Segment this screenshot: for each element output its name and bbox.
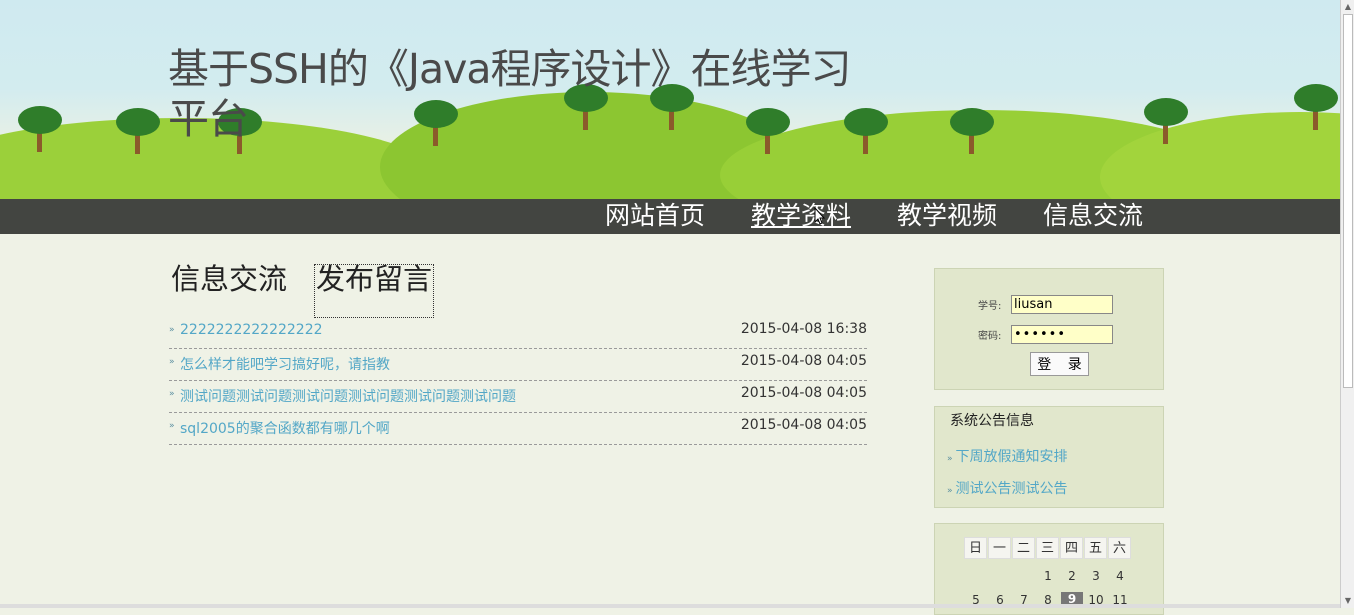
message-date: 2015-04-08 04:05 <box>740 385 867 401</box>
bullet-icon: » <box>947 486 953 496</box>
nav-teaching-materials[interactable]: 教学资料 <box>751 201 851 231</box>
notice-heading: 系统公告信息 <box>950 413 1034 429</box>
calendar-day[interactable]: 3 <box>1085 569 1107 583</box>
calendar-weekday: 二 <box>1012 537 1035 559</box>
tab-post-message[interactable]: 发布留言 <box>316 262 432 296</box>
tree-icon <box>116 108 160 154</box>
bullet-icon: » <box>169 325 175 335</box>
notice-link[interactable]: » 下周放假通知安排 <box>947 446 1068 466</box>
student-id-field[interactable] <box>1011 295 1113 314</box>
notice-link-label: 测试公告测试公告 <box>955 481 1068 497</box>
nav-teaching-videos[interactable]: 教学视频 <box>897 201 997 231</box>
main-nav: 网站首页 教学资料 教学视频 信息交流 <box>0 199 1340 234</box>
message-title-link[interactable]: 怎么样才能吧学习搞好呢，请指教 <box>180 354 390 374</box>
message-row: » sql2005的聚合函数都有哪几个啊 2015-04-08 04:05 <box>169 413 867 445</box>
tree-icon <box>1294 84 1338 130</box>
calendar-weekday: 四 <box>1060 537 1083 559</box>
notice-link-label: 下周放假通知安排 <box>955 449 1068 465</box>
message-title-link[interactable]: 测试问题测试问题测试问题测试问题测试问题测试问题 <box>180 386 516 406</box>
site-title: 基于SSH的《Java程序设计》在线学习平台 <box>168 45 851 143</box>
calendar-weekday: 一 <box>988 537 1011 559</box>
message-date: 2015-04-08 04:05 <box>740 417 867 433</box>
mouse-cursor-icon <box>814 207 826 225</box>
bullet-icon: » <box>169 357 175 367</box>
horizontal-scrollbar[interactable] <box>0 604 1340 608</box>
calendar-day[interactable]: 4 <box>1109 569 1131 583</box>
message-row: » 2222222222222222 2015-04-08 16:38 <box>169 317 867 349</box>
message-date: 2015-04-08 16:38 <box>740 321 867 337</box>
calendar-weekday: 日 <box>964 537 987 559</box>
message-date: 2015-04-08 04:05 <box>740 353 867 369</box>
bullet-icon: » <box>947 454 953 464</box>
calendar-day[interactable]: 2 <box>1061 569 1083 583</box>
notice-link[interactable]: » 测试公告测试公告 <box>947 478 1068 498</box>
tree-icon <box>18 106 62 152</box>
scroll-thumb[interactable] <box>1343 14 1353 388</box>
calendar-weekday: 五 <box>1084 537 1107 559</box>
scroll-down-icon[interactable]: ▼ <box>1341 596 1354 605</box>
calendar-weekday: 六 <box>1108 537 1131 559</box>
message-row: » 测试问题测试问题测试问题测试问题测试问题测试问题 2015-04-08 04… <box>169 381 867 413</box>
tree-icon <box>950 108 994 154</box>
message-title-link[interactable]: sql2005的聚合函数都有哪几个啊 <box>180 418 390 438</box>
header-banner: 基于SSH的《Java程序设计》在线学习平台 <box>0 0 1340 199</box>
message-row: » 怎么样才能吧学习搞好呢，请指教 2015-04-08 04:05 <box>169 349 867 381</box>
nav-home[interactable]: 网站首页 <box>605 201 705 231</box>
password-label: 密码: <box>978 331 1002 342</box>
password-field[interactable]: •••••• <box>1011 325 1113 344</box>
login-button[interactable]: 登 录 <box>1030 352 1089 376</box>
bullet-icon: » <box>169 421 175 431</box>
vertical-scrollbar[interactable]: ▲ ▼ <box>1340 0 1354 608</box>
calendar-day[interactable]: 1 <box>1037 569 1059 583</box>
tab-message-exchange[interactable]: 信息交流 <box>171 262 287 296</box>
student-id-label: 学号: <box>978 301 1002 312</box>
message-title-link[interactable]: 2222222222222222 <box>180 322 323 338</box>
nav-message-exchange[interactable]: 信息交流 <box>1043 201 1143 231</box>
scroll-up-icon[interactable]: ▲ <box>1341 2 1354 11</box>
tree-icon <box>1144 98 1188 144</box>
calendar-weekday: 三 <box>1036 537 1059 559</box>
bullet-icon: » <box>169 389 175 399</box>
